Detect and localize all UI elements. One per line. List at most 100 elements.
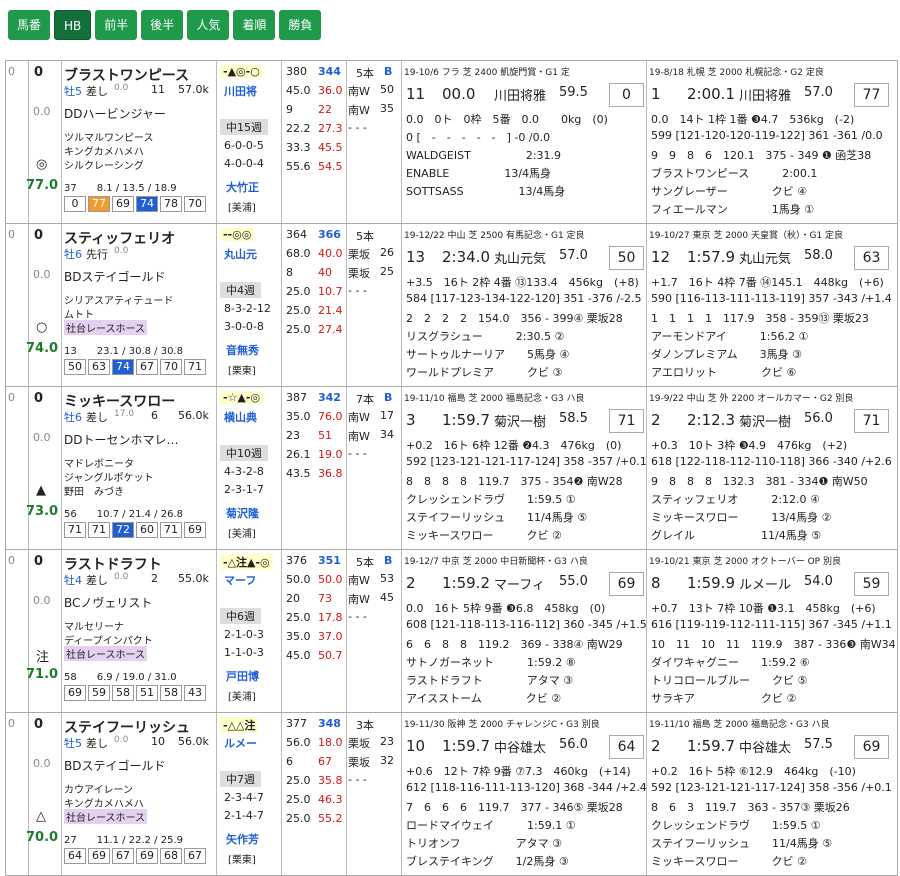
speed-value: 36.0 — [318, 84, 343, 97]
column-divider — [28, 387, 29, 549]
popularity: 0 — [34, 391, 44, 406]
speed-value: 50.0 — [286, 573, 311, 586]
toolbar-button[interactable]: 人気 — [187, 10, 230, 40]
sex-age: 牡5 — [64, 85, 82, 98]
speed-value: 73 — [318, 592, 332, 605]
race-line: ワールドプレミア クビ ③ — [406, 366, 563, 379]
training-grade: B — [384, 554, 393, 567]
win-weight: 56.0k — [178, 409, 209, 422]
race-score: 69 — [609, 572, 644, 596]
speed-value: 55.2 — [318, 812, 343, 825]
trainer: 音無秀 — [226, 344, 259, 357]
race-score: 69 — [854, 735, 889, 759]
race-time: 2:12.3 — [687, 411, 735, 429]
rating-box: 58 — [112, 685, 134, 701]
course-value: 45 — [380, 591, 394, 604]
horse-row: 0 0 0.0 ○ 74.0 スティッフェリオ 牡6 先行 0.0 BDステイゴールド シリアスアテ… — [5, 224, 898, 387]
race-line: ダイワキャグニー 1:59.2 ⑥ — [651, 656, 810, 669]
column-divider — [61, 61, 62, 223]
toolbar-button[interactable]: 後半 — [141, 10, 184, 40]
odds: 0.0 — [33, 268, 51, 281]
race-header: 19-10/27 東京 芝 2000 天皇賞（秋）・G1 定良 — [649, 231, 844, 241]
column-divider — [28, 550, 29, 712]
speed-value: 22.2 — [286, 122, 311, 135]
horse-name: ミッキースワロー — [64, 394, 176, 410]
prediction-marks: -△注▲-◎ — [220, 554, 273, 570]
rating-box: 67 — [184, 848, 206, 864]
rating-box: 74 — [112, 359, 134, 375]
speed-value: 348 — [318, 717, 341, 730]
race-weight: 59.5 — [559, 85, 588, 100]
race-weight: 54.0 — [804, 574, 833, 589]
race-line: 2 2 2 2 154.0 356 - 399④ 栗坂28 — [406, 312, 623, 325]
trainer-location: [美浦] — [228, 203, 256, 214]
toolbar-button[interactable]: 勝負 — [279, 10, 322, 40]
rating-box: 70 — [184, 196, 206, 212]
rating-box: 78 — [160, 196, 182, 212]
speed-value: 342 — [318, 391, 341, 404]
prediction-marks: -△△注 — [220, 717, 259, 733]
column-divider — [346, 224, 347, 386]
rating-box: 69 — [136, 848, 158, 864]
rating-box: 69 — [112, 196, 134, 212]
rating-box: 71 — [160, 522, 182, 538]
speed-value: 76.0 — [318, 410, 343, 423]
stats: 27 11.1 / 22.2 / 25.9 — [64, 835, 183, 846]
course-label: 栗坂 — [348, 248, 370, 261]
race-line: ミッキースワロー 13/4馬身 ② — [651, 511, 832, 524]
jockey: マーフ — [224, 574, 257, 587]
race-score: 64 — [609, 735, 644, 759]
course-label: 南W — [348, 430, 370, 443]
race-line: サトノガーネット 1:59.2 ⑧ — [406, 656, 576, 669]
race-line: トリコロールブルー クビ ⑤ — [651, 674, 808, 687]
horse-name: ステイフーリッシュ — [64, 720, 190, 736]
speed-value: 376 — [286, 554, 307, 567]
speed-value: 27.4 — [318, 323, 343, 336]
rating-box: 59 — [88, 685, 110, 701]
dam: シリアスアティテュード — [64, 296, 174, 307]
toolbar-button[interactable]: HB — [54, 10, 92, 40]
horse-number: 0 — [8, 65, 15, 78]
column-divider — [281, 224, 282, 386]
sex-age: 牡6 — [64, 248, 82, 261]
rating-box: 67 — [112, 848, 134, 864]
prediction-marks: -▲◎-○ — [220, 65, 263, 78]
trainer: 矢作芳 — [226, 833, 259, 846]
speed-value: 6 — [286, 755, 293, 768]
speed-value: 35.8 — [318, 774, 343, 787]
race-line: ステイフーリッシュ 11/4馬身 ⑤ — [651, 837, 833, 850]
speed-value: 377 — [286, 717, 307, 730]
odds: 0.0 — [33, 757, 51, 770]
training-count: 5本 — [356, 230, 374, 243]
race-time: 1:59.7 — [442, 737, 490, 755]
race-line: 618 [122-118-112-110-118] 366 -340 /+2.6 — [651, 455, 892, 468]
column-divider — [646, 61, 647, 223]
race-header: 19-11/30 阪神 芝 2000 チャレンジC・G3 別良 — [404, 720, 600, 730]
speed-value: 25.0 — [286, 323, 311, 336]
race-line: +0.6 12ト 7枠 9番 ⑦7.3 460kg (+14) — [406, 765, 631, 778]
training-grade: B — [384, 391, 393, 404]
odds: 0.0 — [33, 431, 51, 444]
prediction-marks: -☆▲-◎ — [220, 391, 264, 404]
race-line: クレッシェンドラヴ 1:59.5 ① — [651, 819, 821, 832]
stats: 58 6.9 / 19.0 / 31.0 — [64, 672, 177, 683]
column-divider — [28, 61, 29, 223]
speed-value: 46.3 — [318, 793, 343, 806]
rating-box: 50 — [64, 359, 86, 375]
course-value: 35 — [380, 102, 394, 115]
column-divider — [401, 550, 402, 712]
toolbar-button[interactable]: 着順 — [233, 10, 276, 40]
odds: 0.0 — [33, 105, 51, 118]
race-line: 7 6 6 6 119.7 377 - 346⑤ 栗坂28 — [406, 801, 623, 814]
column-divider — [28, 713, 29, 875]
speed-value: 18.0 — [318, 736, 343, 749]
toolbar-button[interactable]: 馬番 — [8, 10, 51, 40]
win-weight: 57.0k — [178, 83, 209, 96]
speed-value: 37.0 — [318, 630, 343, 643]
toolbar-button[interactable]: 前半 — [95, 10, 138, 40]
sire: BDステイゴールド — [64, 270, 166, 284]
column-divider — [401, 61, 402, 223]
speed-value: 27.3 — [318, 122, 343, 135]
race-line: ブレステイキング 1/2馬身 ③ — [406, 855, 569, 868]
rating-box: 69 — [184, 522, 206, 538]
